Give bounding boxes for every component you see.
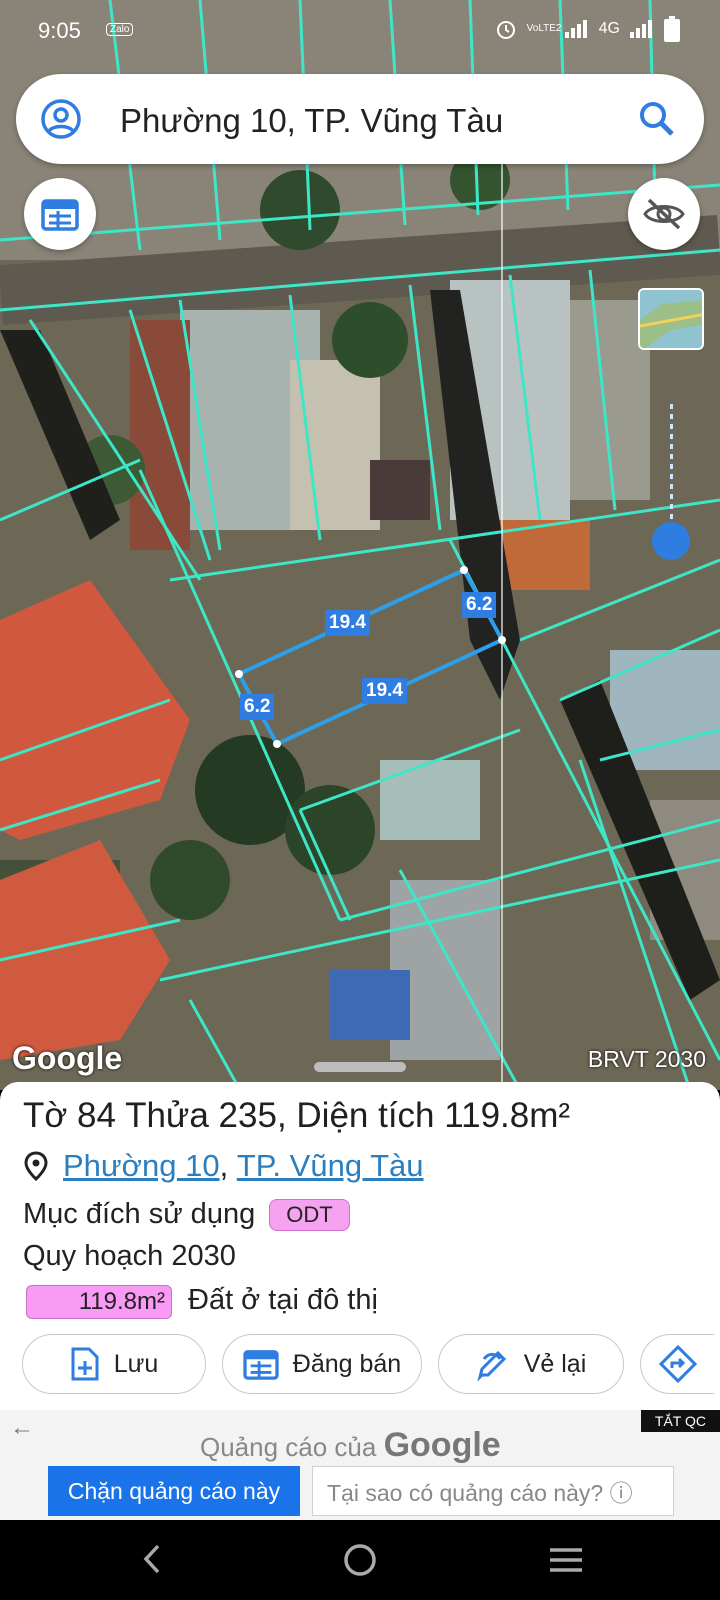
eye-off-icon bbox=[643, 198, 685, 230]
location-pin-icon bbox=[24, 1151, 48, 1181]
map-layer-icon bbox=[640, 290, 702, 348]
directions-button[interactable] bbox=[640, 1334, 714, 1394]
search-icon[interactable] bbox=[638, 100, 676, 138]
save-label: Lưu bbox=[113, 1349, 159, 1378]
parcel-info-sheet: Tờ 84 Thửa 235, Diện tích 119.8m² Phường… bbox=[0, 1082, 720, 1410]
account-icon[interactable] bbox=[40, 98, 82, 140]
usage-label: Mục đích sử dụng bbox=[23, 1198, 256, 1230]
post-for-sale-label: Đăng bán bbox=[292, 1349, 402, 1378]
add-document-icon bbox=[71, 1347, 99, 1381]
usage-row: Mục đích sử dụng ODT bbox=[23, 1198, 350, 1232]
zoom-slider-track[interactable] bbox=[670, 404, 673, 540]
home-nav-icon[interactable] bbox=[342, 1542, 378, 1578]
ad-brand: Google bbox=[383, 1426, 501, 1464]
measure-left-label: 6.2 bbox=[240, 694, 275, 720]
block-ad-button[interactable]: Chặn quảng cáo này bbox=[48, 1466, 300, 1516]
plan-label: Quy hoạch 2030 bbox=[23, 1240, 236, 1272]
ad-label: Quảng cáo của bbox=[200, 1432, 377, 1462]
plan-row: 119.8m² Đất ở tại đô thị bbox=[26, 1284, 378, 1319]
listing-button[interactable] bbox=[24, 178, 96, 250]
network-type: 4G bbox=[598, 20, 620, 37]
ward-link[interactable]: Phường 10 bbox=[63, 1148, 220, 1184]
ad-banner: ← TẮT QC Quảng cáo của Google Chặn quảng… bbox=[0, 1410, 720, 1520]
parcel-title: Tờ 84 Thửa 235, Diện tích 119.8m² bbox=[23, 1096, 571, 1135]
directions-icon bbox=[658, 1344, 697, 1384]
toggle-visibility-button[interactable] bbox=[628, 178, 700, 250]
battery-icon bbox=[664, 16, 680, 42]
parcel-location: Phường 10, TP. Vũng Tàu bbox=[23, 1148, 424, 1184]
map-layer-thumbnail[interactable] bbox=[638, 288, 704, 350]
measure-bottom-label: 19.4 bbox=[362, 678, 407, 704]
usage-code-badge: ODT bbox=[269, 1199, 350, 1232]
location-separator: , bbox=[219, 1148, 237, 1183]
recents-nav-icon[interactable] bbox=[548, 1546, 584, 1574]
calendar-list-icon bbox=[243, 1350, 279, 1380]
sheet-drag-handle[interactable] bbox=[314, 1062, 406, 1072]
zoom-slider-knob[interactable] bbox=[652, 522, 690, 560]
alarm-icon bbox=[496, 21, 515, 39]
redraw-label: Vẻ lại bbox=[523, 1349, 587, 1378]
close-ads-button[interactable]: TẮT QC bbox=[640, 1410, 720, 1432]
layer-name-label: BRVT 2030 bbox=[587, 1046, 706, 1072]
city-link[interactable]: TP. Vũng Tàu bbox=[237, 1148, 424, 1184]
status-time: 9:05 bbox=[38, 18, 81, 43]
post-for-sale-button[interactable]: Đăng bán bbox=[222, 1334, 422, 1394]
measure-right-label: 6.2 bbox=[462, 592, 497, 618]
system-nav-bar bbox=[0, 1520, 720, 1600]
back-nav-icon[interactable] bbox=[140, 1542, 164, 1576]
zalo-notification-icon: Zalo bbox=[106, 23, 134, 36]
plan-area-badge: 119.8m² bbox=[26, 1285, 172, 1319]
signal-2-icon bbox=[630, 20, 652, 38]
save-button[interactable]: Lưu bbox=[22, 1334, 206, 1394]
calendar-list-icon bbox=[41, 199, 79, 231]
redraw-button[interactable]: Vẻ lại bbox=[438, 1334, 624, 1394]
volte-icon: VoLTE2 bbox=[526, 23, 562, 34]
signal-icon bbox=[564, 20, 587, 38]
back-arrow-icon[interactable]: ← bbox=[10, 1414, 34, 1442]
search-query[interactable]: Phường 10, TP. Vũng Tàu bbox=[120, 102, 503, 140]
why-ad-button[interactable]: Tại sao có quảng cáo này? ⓘ bbox=[312, 1466, 674, 1516]
action-buttons: Lưu Đăng bán Vẻ lại bbox=[22, 1334, 714, 1394]
search-bar[interactable]: Phường 10, TP. Vũng Tàu bbox=[16, 74, 704, 164]
google-logo: Google bbox=[12, 1040, 123, 1076]
draw-icon bbox=[477, 1350, 506, 1381]
plan-description: Đất ở tại đô thị bbox=[188, 1284, 378, 1316]
measure-top-label: 19.4 bbox=[325, 610, 370, 636]
status-bar: 9:05 Zalo VoLTE2 4G bbox=[0, 0, 720, 62]
ad-attribution: Quảng cáo của Google bbox=[200, 1426, 501, 1465]
